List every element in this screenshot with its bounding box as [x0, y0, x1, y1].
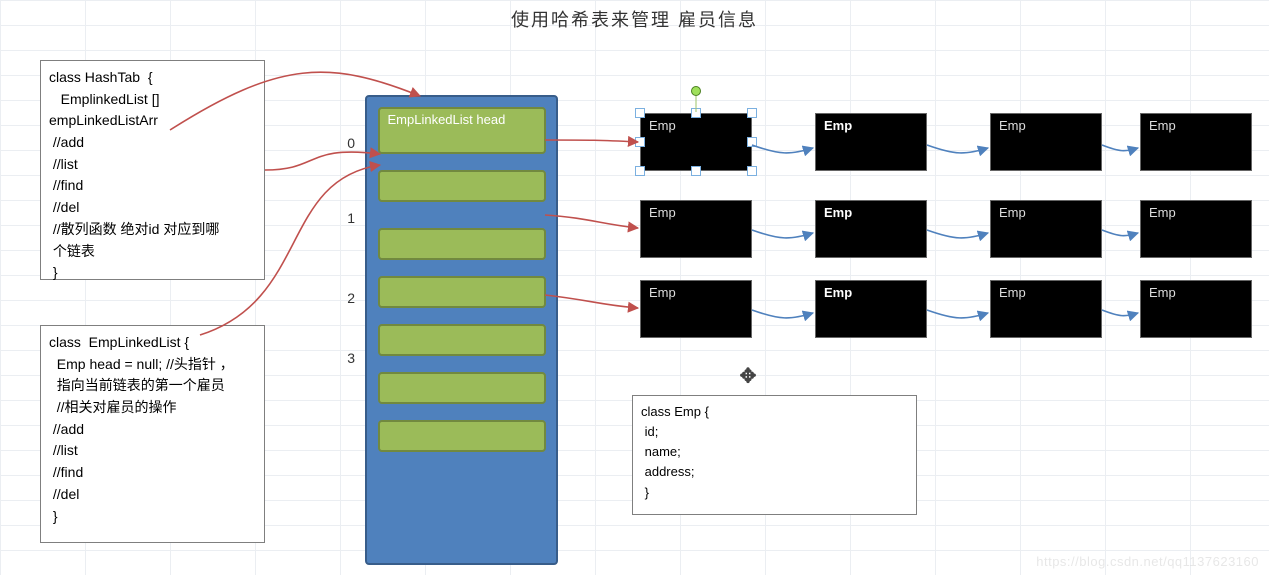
emp-node-r1-c1: Emp: [815, 200, 927, 258]
bucket-5: [378, 372, 546, 404]
emp-node-r2-c1: Emp: [815, 280, 927, 338]
hash-bucket-array: EmpLinkedList head: [365, 95, 558, 565]
emp-class-box: class Emp { id; name; address; }: [632, 395, 917, 515]
diagram-title: 使用哈希表来管理 雇员信息: [0, 6, 1269, 32]
emp-node-r2-c3: Emp: [1140, 280, 1252, 338]
emp-node-r1-c3: Emp: [1140, 200, 1252, 258]
bucket-3: [378, 276, 546, 308]
resize-handle-s[interactable]: [691, 166, 701, 176]
bucket-0-label: EmpLinkedList head: [388, 112, 506, 127]
index-0: 0: [335, 135, 355, 151]
emp-node-r0-c2: Emp: [990, 113, 1102, 171]
rotation-handle-icon[interactable]: [691, 86, 701, 96]
index-2: 2: [335, 290, 355, 306]
hashtab-class-box: class HashTab { EmplinkedList [] empLink…: [40, 60, 265, 280]
bucket-0: EmpLinkedList head: [378, 107, 546, 154]
emp-node-r1-c0: Emp: [640, 200, 752, 258]
emp-node-r2-c0: Emp: [640, 280, 752, 338]
move-cursor-icon: ✥: [740, 364, 757, 389]
bucket-6: [378, 420, 546, 452]
resize-handle-n[interactable]: [691, 108, 701, 118]
index-1: 1: [335, 210, 355, 226]
bucket-4: [378, 324, 546, 356]
resize-handle-se[interactable]: [747, 166, 757, 176]
emp-node-r0-c0[interactable]: Emp: [640, 113, 752, 171]
bucket-1: [378, 170, 546, 202]
bucket-2: [378, 228, 546, 260]
emp-node-r0-c3: Emp: [1140, 113, 1252, 171]
emplinkedlist-class-box: class EmpLinkedList { Emp head = null; /…: [40, 325, 265, 543]
resize-handle-sw[interactable]: [635, 166, 645, 176]
resize-handle-nw[interactable]: [635, 108, 645, 118]
emp-node-r2-c2: Emp: [990, 280, 1102, 338]
index-3: 3: [335, 350, 355, 366]
emp-node-r0-c1: Emp: [815, 113, 927, 171]
resize-handle-w[interactable]: [635, 137, 645, 147]
resize-handle-ne[interactable]: [747, 108, 757, 118]
resize-handle-e[interactable]: [747, 137, 757, 147]
watermark-text: https://blog.csdn.net/qq1137623160: [1036, 554, 1259, 569]
emp-node-r1-c2: Emp: [990, 200, 1102, 258]
